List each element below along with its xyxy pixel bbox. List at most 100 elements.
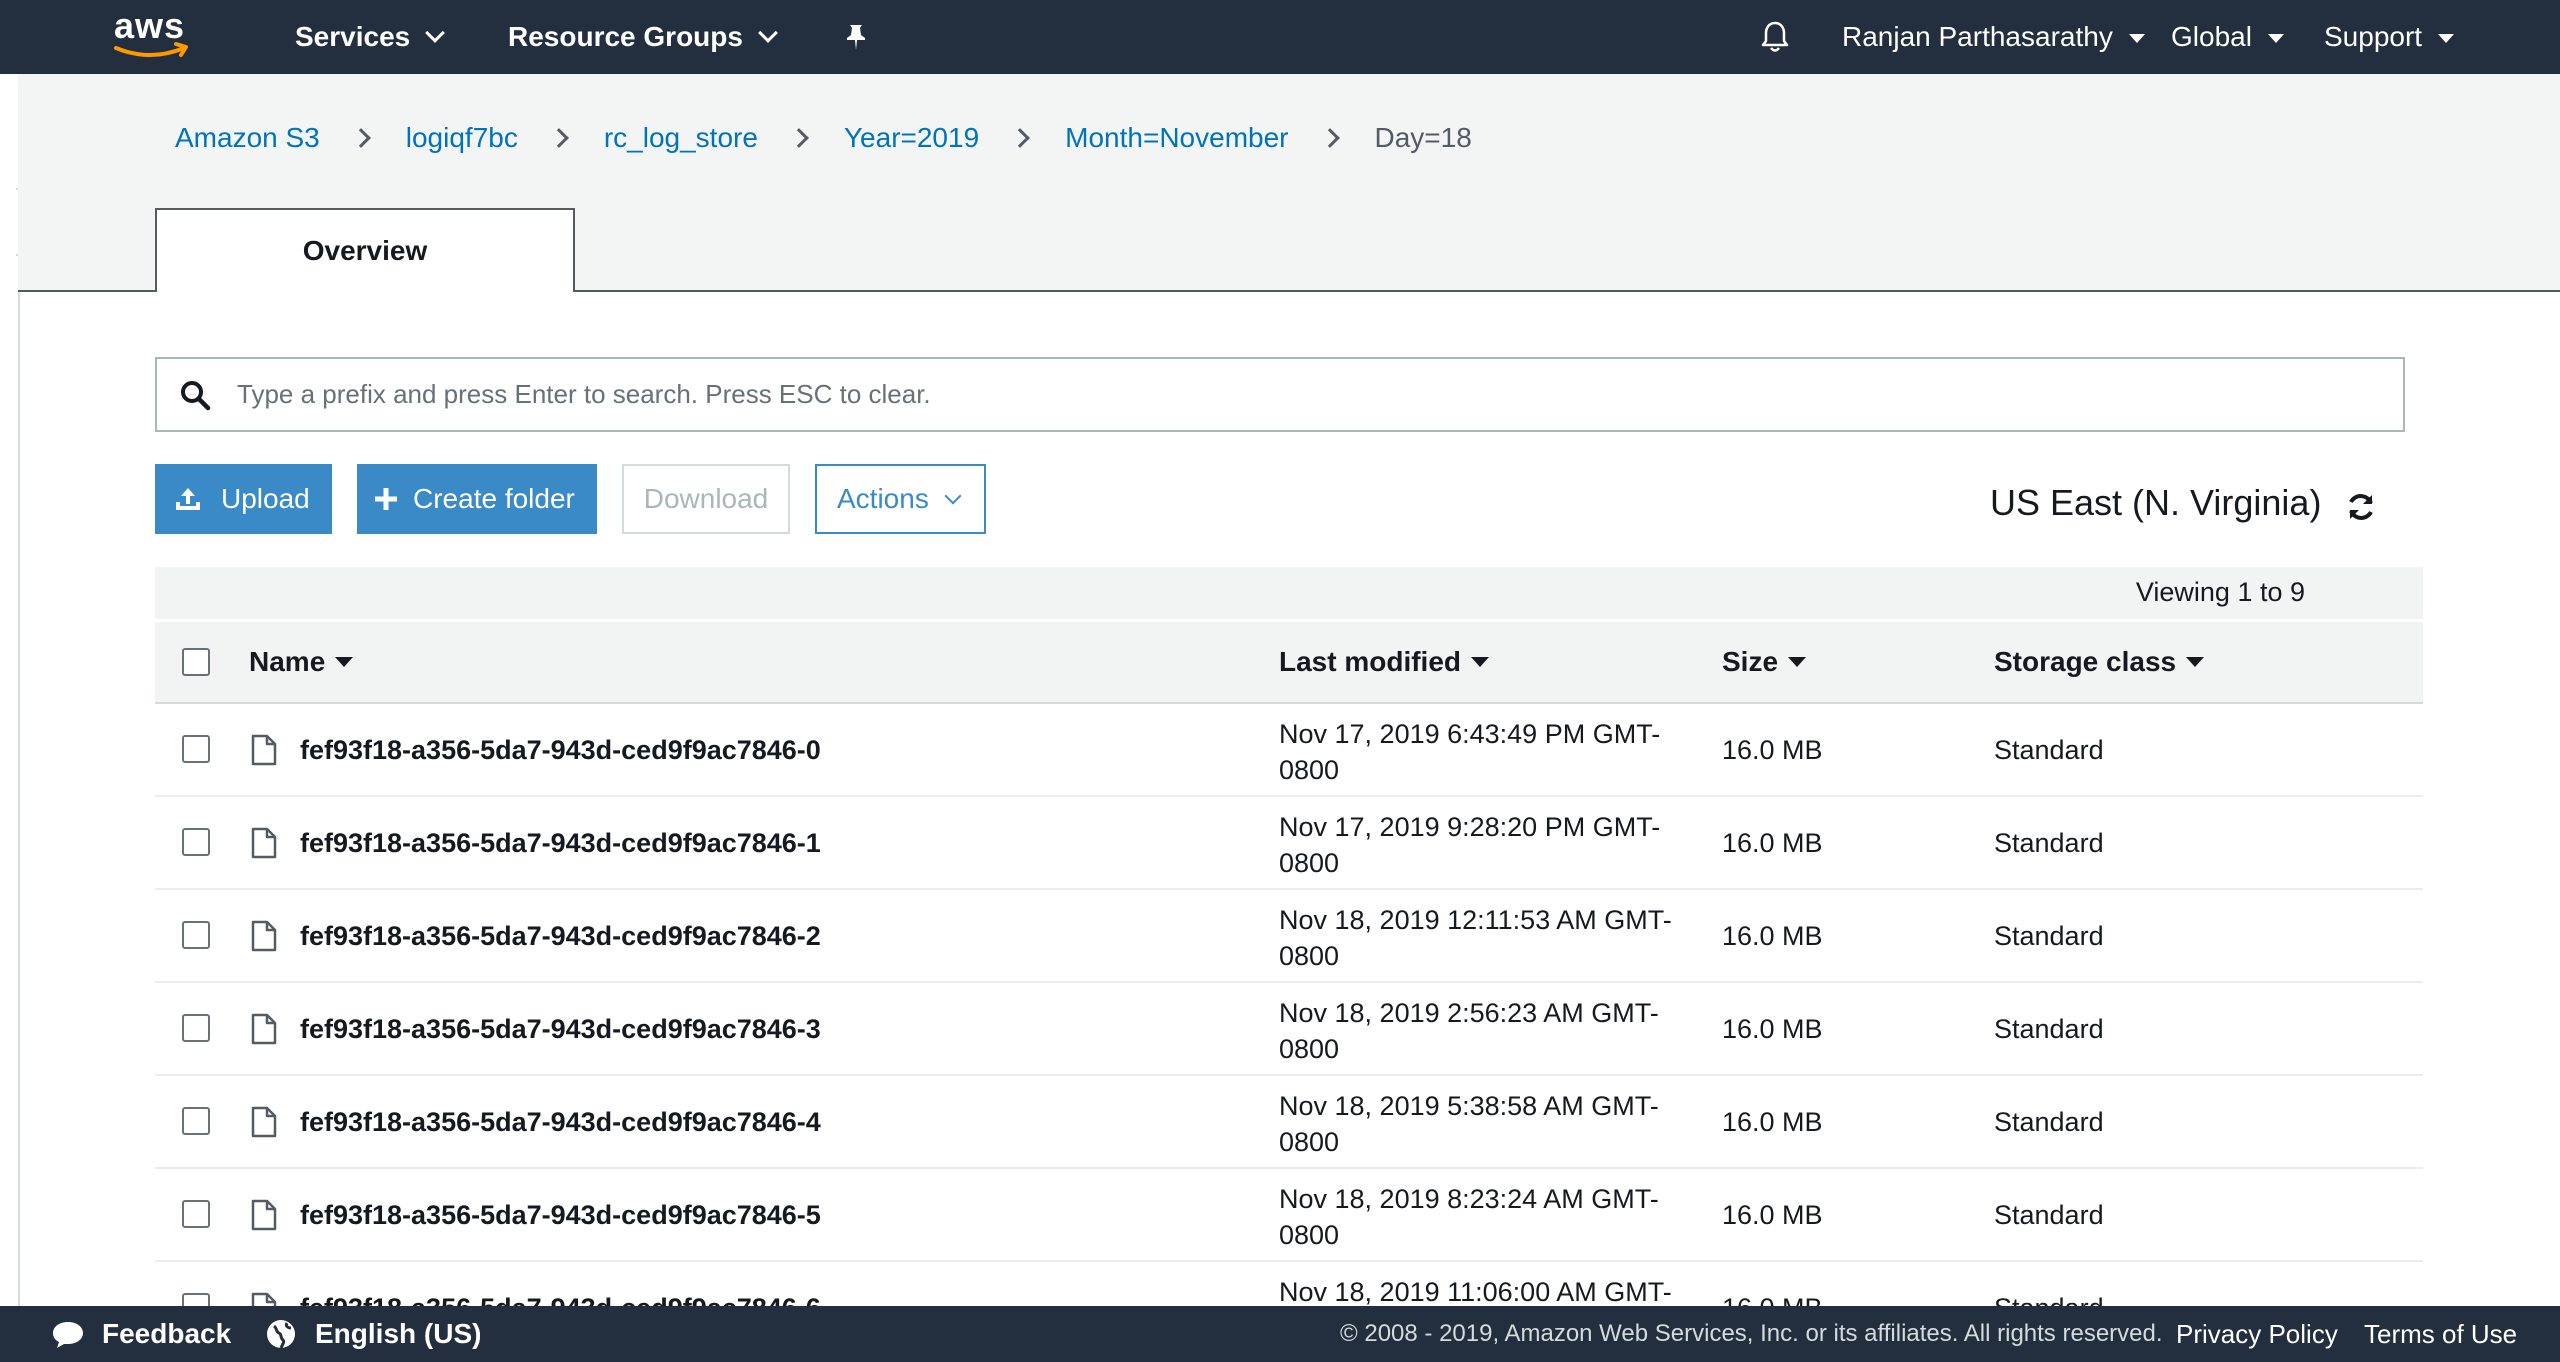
breadcrumb-folder-rc-log-store[interactable]: rc_log_store <box>604 122 758 154</box>
chevron-right-icon <box>548 128 569 148</box>
chevron-down-icon <box>944 487 962 505</box>
column-header-size[interactable]: Size <box>1722 622 1807 702</box>
actions-dropdown[interactable]: Actions <box>815 464 986 534</box>
object-name-link[interactable]: fef93f18-a356-5da7-943d-ced9f9ac7846-4 <box>300 1076 821 1169</box>
globe-icon <box>267 1320 295 1349</box>
support-label: Support <box>2324 21 2423 52</box>
region-label: US East (N. Virginia) <box>1990 482 2322 523</box>
column-header-last-modified[interactable]: Last modified <box>1279 622 1490 702</box>
size-value: 16.0 MB <box>1722 828 1823 858</box>
caret-down-icon <box>2438 33 2455 43</box>
download-button[interactable]: Download <box>622 464 790 534</box>
region-menu[interactable]: Global <box>2171 0 2284 74</box>
file-icon <box>251 1013 277 1045</box>
upload-button[interactable]: Upload <box>155 464 332 534</box>
breadcrumb-bucket[interactable]: logiqf7bc <box>406 122 518 154</box>
last-modified-value: Nov 18, 2019 12:11:53 AM GMT-0800 <box>1279 905 1672 971</box>
storage-class-value: Standard <box>1994 1200 2104 1230</box>
refresh-icon[interactable] <box>2344 490 2378 524</box>
breadcrumb-current-day: Day=18 <box>1374 122 1472 153</box>
storage-class-value: Standard <box>1994 1107 2104 1137</box>
storage-class-value: Standard <box>1994 828 2104 858</box>
speech-bubble-icon <box>53 1322 83 1348</box>
size-value: 16.0 MB <box>1722 1107 1823 1137</box>
sort-caret-icon <box>2186 657 2205 667</box>
aws-logo-icon: aws <box>114 5 188 57</box>
region-menu-label: Global <box>2171 21 2252 52</box>
table-row[interactable]: fef93f18-a356-5da7-943d-ced9f9ac7846-5 No… <box>155 1169 2423 1262</box>
storage-class-value: Standard <box>1994 921 2104 951</box>
column-header-storage-class[interactable]: Storage class <box>1994 622 2205 702</box>
breadcrumb-amazon-s3[interactable]: Amazon S3 <box>175 122 320 154</box>
last-modified-value: Nov 18, 2019 8:23:24 AM GMT-0800 <box>1279 1184 1659 1250</box>
upload-label: Upload <box>221 483 310 514</box>
search-input[interactable] <box>235 378 2339 411</box>
plus-icon <box>375 488 397 510</box>
pin-icon[interactable] <box>843 0 869 74</box>
file-icon <box>251 1199 277 1231</box>
last-modified-value: Nov 18, 2019 11:06:00 AM GMT- <box>1279 1277 1672 1307</box>
table-row[interactable]: fef93f18-a356-5da7-943d-ced9f9ac7846-4 No… <box>155 1076 2423 1169</box>
terms-of-use-link[interactable]: Terms of Use <box>2364 1306 2517 1362</box>
select-all-checkbox[interactable] <box>182 648 210 676</box>
caret-down-icon <box>2128 33 2145 43</box>
chevron-right-icon <box>350 128 371 148</box>
user-menu[interactable]: Ranjan Parthasarathy <box>1842 0 2145 74</box>
row-checkbox[interactable] <box>182 921 210 949</box>
table-row[interactable]: fef93f18-a356-5da7-943d-ced9f9ac7846-3 No… <box>155 983 2423 1076</box>
table-row[interactable]: fef93f18-a356-5da7-943d-ced9f9ac7846-2 No… <box>155 890 2423 983</box>
column-modified-label: Last modified <box>1279 646 1462 677</box>
create-folder-button[interactable]: Create folder <box>357 464 597 534</box>
row-checkbox[interactable] <box>182 828 210 856</box>
object-name-link[interactable]: fef93f18-a356-5da7-943d-ced9f9ac7846-2 <box>300 890 821 983</box>
privacy-policy-link[interactable]: Privacy Policy <box>2176 1306 2338 1362</box>
resource-groups-menu[interactable]: Resource Groups <box>508 0 778 74</box>
file-icon <box>251 734 277 766</box>
file-icon <box>251 920 277 952</box>
object-name-link[interactable]: fef93f18-a356-5da7-943d-ced9f9ac7846-1 <box>300 797 821 890</box>
chevron-right-icon <box>1010 128 1031 148</box>
caret-down-icon <box>2267 33 2284 43</box>
table-header: Name Last modified Size Storage class <box>155 622 2423 704</box>
services-label: Services <box>295 21 411 52</box>
row-checkbox[interactable] <box>182 1107 210 1135</box>
column-name-label: Name <box>249 646 326 677</box>
object-name-link[interactable]: fef93f18-a356-5da7-943d-ced9f9ac7846-5 <box>300 1169 821 1262</box>
language-selector[interactable]: English (US) <box>265 1306 481 1362</box>
tab-overview[interactable]: Overview <box>155 208 575 292</box>
size-value: 16.0 MB <box>1722 1200 1823 1230</box>
breadcrumb: Amazon S3 logiqf7bc rc_log_store Year=20… <box>175 118 1472 158</box>
feedback-link[interactable]: Feedback <box>50 1306 231 1362</box>
table-row[interactable]: fef93f18-a356-5da7-943d-ced9f9ac7846-0 No… <box>155 704 2423 797</box>
storage-class-value: Standard <box>1994 735 2104 765</box>
bell-icon[interactable] <box>1760 0 1790 74</box>
language-label: English (US) <box>315 1318 482 1349</box>
size-value: 16.0 MB <box>1722 735 1823 765</box>
breadcrumb-folder-month[interactable]: Month=November <box>1065 122 1288 154</box>
support-menu[interactable]: Support <box>2324 0 2455 74</box>
last-modified-value: Nov 17, 2019 9:28:20 PM GMT-0800 <box>1279 812 1661 878</box>
services-menu[interactable]: Services <box>295 0 446 74</box>
svg-text:aws: aws <box>114 8 185 46</box>
chevron-down-icon <box>425 23 446 43</box>
object-name-link[interactable]: fef93f18-a356-5da7-943d-ced9f9ac7846-0 <box>300 704 821 797</box>
search-icon <box>179 379 211 411</box>
table-row[interactable]: fef93f18-a356-5da7-943d-ced9f9ac7846-1 No… <box>155 797 2423 890</box>
size-value: 16.0 MB <box>1722 1014 1823 1044</box>
column-header-name[interactable]: Name <box>249 622 354 702</box>
object-name-link[interactable]: fef93f18-a356-5da7-943d-ced9f9ac7846-3 <box>300 983 821 1076</box>
row-checkbox[interactable] <box>182 1014 210 1042</box>
size-value: 16.0 MB <box>1722 921 1823 951</box>
breadcrumb-folder-year[interactable]: Year=2019 <box>844 122 979 154</box>
viewing-count: Viewing 1 to 9 <box>2135 577 2305 607</box>
top-navigation-bar: aws Services Resource Groups Ranjan Part… <box>0 0 2560 74</box>
object-table-body: fef93f18-a356-5da7-943d-ced9f9ac7846-0 No… <box>155 704 2423 1355</box>
row-checkbox[interactable] <box>182 1200 210 1228</box>
aws-logo[interactable]: aws <box>110 5 194 64</box>
row-checkbox[interactable] <box>182 735 210 763</box>
sort-caret-icon <box>335 657 354 667</box>
footer: Feedback English (US) © 2008 - 2019, Ama… <box>0 1306 2560 1362</box>
file-icon <box>251 1106 277 1138</box>
sort-caret-icon <box>1788 657 1807 667</box>
search-box <box>155 357 2405 432</box>
